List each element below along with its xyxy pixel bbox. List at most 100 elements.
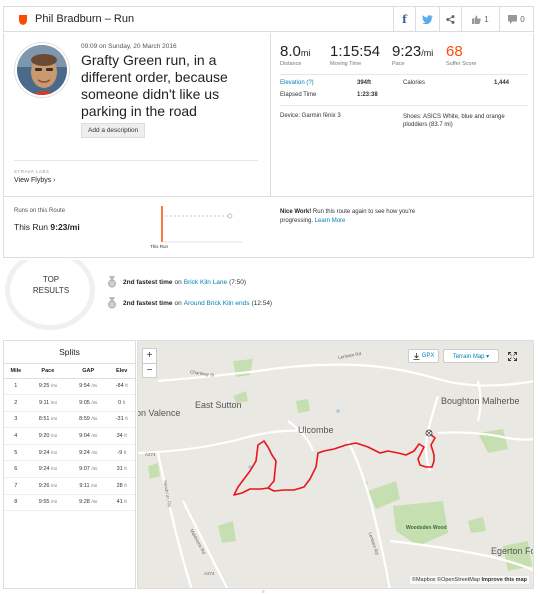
top-results: TOP RESULTS 2nd fastest time on Brick Ki… [3,260,534,330]
zoom-out-button[interactable]: − [143,363,156,377]
nice-work-heading: Nice Work! [280,209,312,215]
gpx-download-button[interactable]: GPX [408,349,439,363]
strava-shield-icon [19,14,27,25]
split-mile: 1 [4,378,28,396]
moving-time-value: 1:15:54 [330,43,381,60]
split-elev: -84 ft [108,378,135,396]
facebook-share-button[interactable]: f [393,6,415,32]
woodland-area [478,429,508,453]
splits-header-elev: Elev [108,364,135,379]
split-gap: 8:59 /mi [68,411,109,429]
stat-suffer-score[interactable]: 68 Suffer Score [446,43,476,67]
suffer-score-label: Suffer Score [446,61,477,67]
activity-date: 09:09 on Sunday, 20 March 2016 [81,43,177,50]
result-item: 2nd fastest time on Brick Kiln Lane (7:5… [107,276,246,288]
kudos-button[interactable]: 1 [461,6,499,32]
share-button[interactable] [439,6,461,32]
activity-header-title: Phil Bradburn – Run [35,13,135,25]
pace-value: 9:23 [392,43,422,60]
divider [280,105,528,106]
splits-header-mile: Mile [4,364,28,379]
distance-label: Distance [280,61,302,67]
fullscreen-icon [508,351,517,361]
this-run-label: This Run [14,222,49,232]
split-pace: 9:20 /mi [27,427,69,445]
result-rank: 2nd fastest time [123,299,173,307]
nice-work-message: Nice Work! Run this route again to see h… [280,208,420,226]
splits-row: 1 9:25 /mi 9:54 /mi -84 ft [4,378,135,396]
pond [336,409,340,413]
this-run-value: 9:23/mi [50,222,80,232]
place-label: Ulcombe [298,425,334,435]
moving-time-label: Moving Time [330,61,362,67]
map-type-dropdown[interactable]: Terrain Map ▾ [443,349,499,363]
distance-unit: mi [300,48,311,58]
split-gap: 9:07 /mi [68,460,109,479]
strava-labs-label: STRAVA LABS [14,169,50,174]
pace-label: Pace [392,61,405,67]
split-elev: -31 ft [108,411,135,429]
view-flybys-link[interactable]: View Flybys › [14,177,56,184]
resize-grip-icon[interactable]: ≡ [262,589,270,594]
result-time: (12:54) [251,299,273,307]
this-run-summary: This Run 9:23/mi [14,222,80,232]
split-gap: 9:05 /mi [68,394,109,412]
woodland-area [393,501,448,546]
activity-route-line [233,432,436,496]
stat-moving-time: 1:15:54 Moving Time [330,43,380,67]
fullscreen-button[interactable] [505,349,520,363]
split-elev: 41 ft [108,494,135,512]
splits-row: 7 9:26 /mi 9:11 /mi 28 ft [4,477,135,495]
comment-button[interactable]: 0 [499,6,533,32]
add-description-button[interactable]: Add a description [81,123,146,138]
splits-header-gap: GAP [68,364,109,379]
wood-label: Woodsden Wood [406,525,447,531]
twitter-share-button[interactable] [415,6,439,32]
split-gap: 9:54 /mi [68,378,109,396]
route-timeline-chart [161,206,242,243]
top-results-title-1: TOP [42,275,60,284]
kudos-count: 1 [484,14,489,24]
top-results-badge: TOP RESULTS [3,260,103,330]
place-label: East Sutton [195,400,242,410]
activity-summary: 09:09 on Sunday, 20 March 2016 Grafty Gr… [3,33,534,197]
learn-more-link[interactable]: Learn More [315,218,346,224]
splits-header-pace: Pace [27,364,69,379]
splits-row: 3 8:51 /mi 8:59 /mi -31 ft [4,411,135,429]
timeline-this-run-label: This Run [150,244,169,249]
woodland-area [368,481,400,509]
elevation-label[interactable]: Elevation (?) [280,80,314,86]
road-label: A274 [204,571,215,576]
zoom-control: + − [142,348,157,378]
route-map[interactable]: on Valence East Sutton Ulcombe Boughton … [137,340,534,589]
elapsed-time-label: Elapsed Time [280,92,317,98]
split-pace: 9:11 /mi [27,394,69,412]
split-mile: 7 [4,477,28,495]
pace-unit: /mi [421,48,434,58]
woodland-area [148,463,160,479]
stat-distance: 8.0mi Distance [280,43,310,67]
split-mile: 8 [4,494,28,512]
improve-map-link[interactable]: Improve this map [481,577,527,583]
splits-row: 8 9:55 /mi 9:28 /mi 41 ft [4,494,135,512]
segment-link[interactable]: Brick Kiln Lane [184,279,227,286]
stat-pace: 9:23/mi Pace [392,43,433,67]
split-gap: 9:04 /mi [68,427,109,445]
result-rank: 2nd fastest time [123,278,173,286]
elevation-value: 394ft [357,80,372,86]
split-elev: 0 ft [108,394,135,412]
split-elev: -9 ft [108,444,135,462]
athlete-avatar[interactable] [15,43,69,97]
silver-medal-icon [108,276,116,288]
split-elev: 34 ft [108,427,135,445]
splits-body: 1 9:25 /mi 9:54 /mi -84 ft 2 9:11 /mi 9:05 /mi… [4,378,135,512]
download-icon [413,352,420,360]
splits-row: 5 9:24 /mi 9:24 /mi -9 ft [4,444,135,462]
attribution-text: ©Mapbox ©OpenStreetMap [411,577,480,583]
result-time: (7:50) [229,278,247,286]
segment-link[interactable]: Around Brick Kiln ends [184,300,250,307]
zoom-in-button[interactable]: + [143,349,156,363]
runs-on-route-label: Runs on this Route [14,208,66,214]
place-label: Boughton Malherbe [441,396,520,406]
route-panel: Runs on this Route This Run 9:23/mi This… [3,198,534,258]
